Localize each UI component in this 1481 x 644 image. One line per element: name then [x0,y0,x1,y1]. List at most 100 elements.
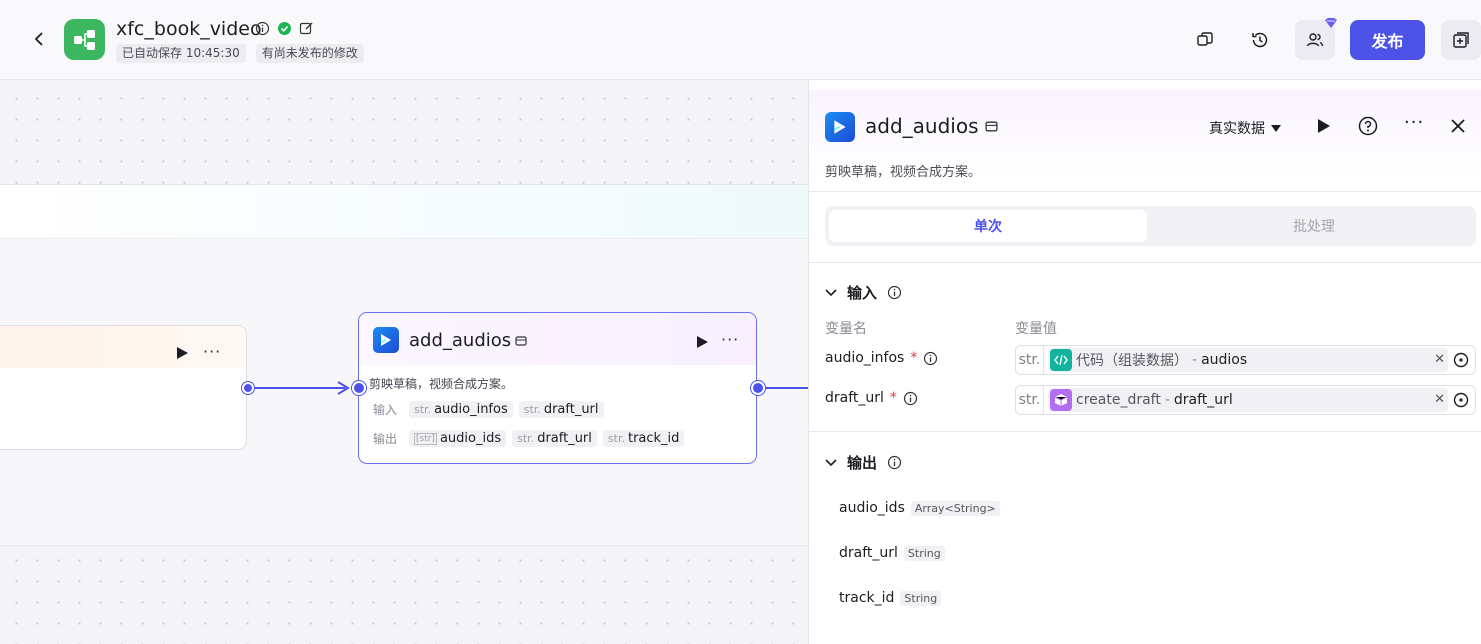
help-icon[interactable] [1358,116,1378,136]
info-icon[interactable] [903,391,918,406]
output-name: track_id [839,590,895,606]
clear-icon[interactable]: ✕ [1434,352,1445,367]
panel-header: add_audios 真实数据 ··· 剪映草稿，视频合成方案。 [809,90,1481,190]
tab-single[interactable]: 单次 [829,210,1147,242]
panel-description: 剪映草稿，视频合成方案。 [825,165,982,180]
info-icon[interactable] [255,21,270,36]
output-var-draft-url: draft_url String [839,545,945,561]
node-inputs-row: 输入 str. audio_infos str. draft_url [373,401,604,418]
output-chip: str. track_id [602,430,685,447]
input-var-audio-infos: audio_infos * [825,350,938,366]
more-icon[interactable]: ··· [1404,112,1424,133]
clear-icon[interactable]: ✕ [1434,392,1445,407]
output-name: draft_url [839,545,898,561]
run-icon[interactable] [695,335,709,349]
target-icon[interactable] [1453,392,1469,408]
title-icons [255,21,314,36]
reference-chip[interactable]: 代码（组装数据） - audios [1048,348,1448,372]
column-header-name: 变量名 [825,321,867,337]
users-icon [1306,33,1324,47]
edit-icon[interactable] [299,21,314,36]
history-icon [1252,32,1268,48]
input-section-header[interactable]: 输入 [825,282,902,303]
add-copy-icon [1453,32,1469,48]
info-icon[interactable] [887,285,902,300]
store-icon [985,121,998,132]
node-output-port[interactable] [751,381,765,395]
inputs-label: 输入 [373,403,398,417]
column-header-value: 变量值 [1015,321,1057,337]
output-type: String [900,590,942,606]
cube-icon [1050,389,1072,411]
source-var-name: draft_url [1173,392,1233,408]
node-description: 剪映草稿，视频合成方案。 [369,377,514,391]
output-chip: [str] audio_ids [409,430,507,447]
value-field-audio-infos[interactable]: str. 代码（组装数据） - audios ✕ [1015,345,1476,375]
chevron-down-icon [825,288,837,296]
source-var-name: audios [1201,352,1248,368]
close-icon[interactable] [1451,119,1465,133]
info-icon[interactable] [923,351,938,366]
node-outputs-row: 输出 [str] audio_ids str. draft_url str. trac… [373,430,685,447]
chevron-down-icon [825,458,837,466]
store-icon [515,336,527,346]
divider [809,191,1481,192]
node-header: add_audios ··· [359,313,756,365]
more-icon[interactable]: ··· [721,330,739,349]
prev-node-output-port[interactable] [242,382,254,394]
divider [809,431,1481,432]
tab-batch[interactable]: 批处理 [1155,210,1473,242]
run-icon[interactable] [175,346,189,360]
add-panel-button[interactable] [1441,20,1481,60]
var-name: audio_infos [825,350,905,366]
prev-node-card[interactable]: ··· [0,325,247,450]
output-var-audio-ids: audio_ids Array<String> [839,500,1000,516]
type-label: str. [1016,386,1044,414]
more-icon[interactable]: ··· [203,342,221,361]
run-icon[interactable] [1317,118,1331,134]
input-chip: str. draft_url [518,401,604,418]
check-circle-icon [278,22,291,35]
back-button[interactable] [28,28,50,50]
workflow-logo [64,19,105,60]
caret-down-icon [1271,124,1281,132]
code-icon [1050,349,1072,371]
data-mode-select[interactable]: 真实数据 [1209,118,1281,138]
autosave-tag: 已自动保存 10:45:30 [116,44,246,63]
required-mark: * [910,350,918,366]
output-type: Array<String> [910,500,1000,516]
source-node-name: create_draft [1076,392,1161,408]
target-icon[interactable] [1453,352,1469,368]
output-section-title: 输出 [847,454,878,472]
node-input-port[interactable] [352,381,366,395]
node-title: add_audios [409,330,512,351]
premium-diamond-icon [1325,18,1337,28]
unpublished-tag: 有尚未发布的修改 [255,44,364,63]
input-var-draft-url: draft_url * [825,390,918,406]
node-config-panel: add_audios 真实数据 ··· 剪映草稿，视频合成方案。 单次 批处理 … [808,80,1481,644]
outputs-label: 输出 [373,432,398,446]
collaborators-button[interactable] [1295,18,1337,60]
required-mark: * [889,390,897,406]
save-status: 已自动保存 10:45:30 有尚未发布的修改 [116,44,364,63]
app-title: xfc_book_video [116,18,262,40]
separator: - [1164,392,1170,408]
output-section-header[interactable]: 输出 [825,452,902,473]
input-chip: str. audio_infos [409,401,513,418]
output-type: String [903,545,945,561]
copy-button[interactable] [1185,20,1225,60]
type-label: str. [1016,346,1044,374]
output-name: audio_ids [839,500,905,516]
publish-button[interactable]: 发布 [1350,20,1425,60]
info-icon[interactable] [887,455,902,470]
history-button[interactable] [1240,20,1280,60]
run-mode-tabs: 单次 批处理 [825,206,1476,246]
reference-chip[interactable]: create_draft - draft_url [1048,388,1448,412]
panel-title: add_audios [865,114,979,138]
top-header: xfc_book_video 已自动保存 10:45:30 有尚未发布的修改 发… [0,0,1481,80]
jianying-icon [825,112,855,142]
value-field-draft-url[interactable]: str. create_draft - draft_url ✕ [1015,385,1476,415]
divider [809,262,1481,263]
output-chip: str. draft_url [512,430,597,447]
node-card-add-audios[interactable]: add_audios ··· 剪映草稿，视频合成方案。 输入 str. audio… [358,312,757,464]
